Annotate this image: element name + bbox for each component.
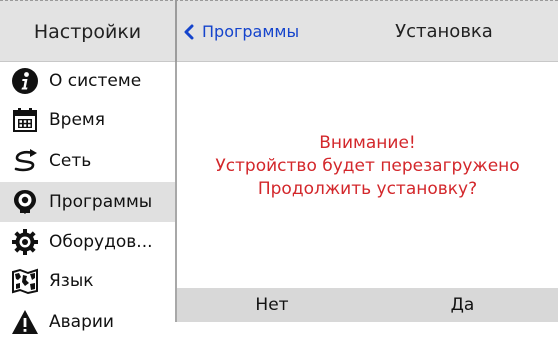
sidebar-item-label: Программы	[49, 192, 153, 212]
settings-title: Настройки	[33, 20, 142, 43]
warning-title: Внимание!	[319, 133, 416, 153]
chevron-left-icon	[184, 24, 194, 39]
header-bar: Настройки Программы Установка	[0, 0, 558, 62]
sidebar-item-label: Время	[49, 110, 105, 130]
sidebar-item-equipment[interactable]: Оборудов...	[0, 222, 175, 262]
sidebar-item-about[interactable]: О системе	[0, 61, 175, 101]
map-icon	[10, 266, 40, 296]
sidebar-item-alarms[interactable]: Аварии	[0, 302, 175, 342]
sidebar-item-network[interactable]: Сеть	[0, 141, 175, 181]
sidebar-item-time[interactable]: Время	[0, 100, 175, 140]
sidebar-item-label: Сеть	[49, 151, 92, 171]
sidebar-item-language[interactable]: Язык	[0, 261, 175, 301]
sidebar-item-label: О системе	[49, 71, 142, 91]
page-title: Установка	[395, 21, 493, 42]
dialog-content: Внимание! Устройство будет перезагружено…	[177, 62, 558, 288]
network-icon	[10, 146, 40, 176]
sidebar: О системе Время Сеть Программы Оборудов.…	[0, 61, 175, 334]
warning-text: Устройство будет перезагружено	[215, 156, 520, 176]
back-button[interactable]: Программы	[183, 1, 299, 62]
gear-icon	[10, 227, 40, 257]
confirm-question: Продолжить установку?	[257, 179, 478, 199]
no-button[interactable]: Нет	[177, 288, 367, 322]
sidebar-item-programs[interactable]: Программы	[0, 182, 175, 222]
header-divider	[175, 1, 177, 62]
button-bar: Нет Да	[177, 288, 558, 322]
warning-icon	[10, 307, 40, 337]
sidebar-item-label: Язык	[49, 271, 94, 291]
sidebar-item-label: Аварии	[49, 312, 114, 332]
yes-button[interactable]: Да	[367, 288, 558, 322]
info-icon	[10, 66, 40, 96]
back-label: Программы	[202, 22, 300, 41]
sidebar-item-label: Оборудов...	[49, 232, 153, 252]
app-window: Настройки Программы Установка О системе	[0, 0, 558, 334]
warning-message: Внимание! Устройство будет перезагружено…	[177, 132, 558, 201]
calendar-icon	[10, 105, 40, 135]
programs-icon	[10, 187, 40, 217]
